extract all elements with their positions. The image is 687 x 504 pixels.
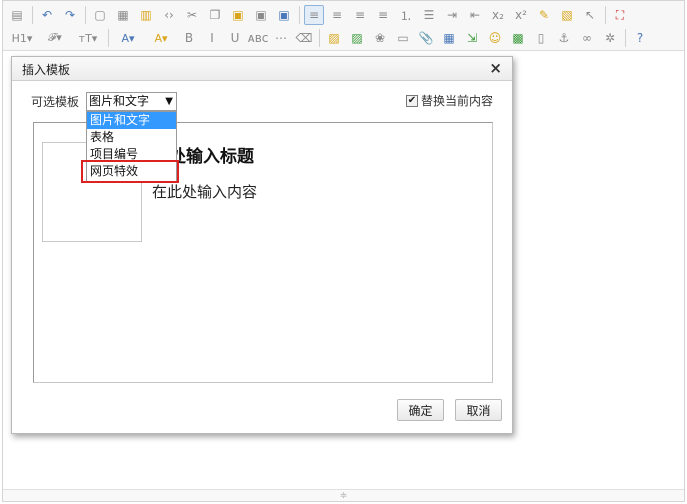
cut-icon[interactable]: ✂	[182, 5, 202, 25]
flash-icon[interactable]: ❀	[370, 28, 390, 48]
toolbar-separator	[299, 6, 300, 24]
align-right-icon[interactable]: ≡	[350, 5, 370, 25]
print-icon[interactable]: ▦	[113, 5, 133, 25]
redo-icon[interactable]: ↷	[60, 5, 80, 25]
dialog-title: 插入模板	[22, 63, 71, 77]
unordered-list-icon[interactable]: ☰	[419, 5, 439, 25]
font-color-icon[interactable]: A▾	[113, 28, 143, 48]
preview-icon[interactable]: ▢	[90, 5, 110, 25]
font-size-icon[interactable]: тT▾	[73, 28, 103, 48]
dialog-header: 插入模板 ×	[12, 57, 512, 81]
cancel-button[interactable]: 取消	[455, 399, 502, 421]
close-icon[interactable]: ×	[489, 59, 502, 77]
bold-icon[interactable]: B	[179, 28, 199, 48]
paste-word-icon[interactable]: ▣	[274, 5, 294, 25]
indent-icon[interactable]: ⇥	[442, 5, 462, 25]
help-icon[interactable]: ?	[630, 28, 650, 48]
table-icon[interactable]: ▦	[439, 28, 459, 48]
outdent-icon[interactable]: ⇤	[465, 5, 485, 25]
hr-icon[interactable]: ⋯	[271, 28, 291, 48]
editor-toolbar: ▤ ↶ ↷ ▢ ▦ ▥ ‹› ✂ ❐ ▣ ▣ ▣ ≡ ≡ ≡ ≡ ⒈ ☰ ⇥ ⇤ x₂ x² ✎ ▧ ↖ ⛶ H1▾ 𝓕▾ тT▾ A▾…	[3, 1, 684, 51]
replace-content-option[interactable]: ✔ 替换当前内容	[405, 92, 493, 109]
map-icon[interactable]: ▩	[508, 28, 528, 48]
highlight-annotation-box	[81, 160, 179, 183]
template-label: 可选模板	[31, 95, 80, 109]
insert-template-dialog: 插入模板 × 可选模板 图片和文字 ▼ 图片和文字 表格 项目编号 网页特效 ✔…	[11, 56, 513, 434]
multi-image-icon[interactable]: ▨	[347, 28, 367, 48]
superscript-icon[interactable]: x²	[511, 5, 531, 25]
ok-button[interactable]: 确定	[397, 399, 444, 421]
undo-icon[interactable]: ↶	[37, 5, 57, 25]
template-icon[interactable]: ▥	[136, 5, 156, 25]
pointer-icon[interactable]: ↖	[580, 5, 600, 25]
chevron-down-icon: ▼	[165, 96, 173, 107]
emoticon-icon[interactable]: ☺	[485, 28, 505, 48]
toolbar-separator	[319, 29, 320, 47]
ordered-list-icon[interactable]: ⒈	[396, 5, 416, 25]
toolbar-row-1: ▤ ↶ ↷ ▢ ▦ ▥ ‹› ✂ ❐ ▣ ▣ ▣ ≡ ≡ ≡ ≡ ⒈ ☰ ⇥ ⇤ x₂ x² ✎ ▧ ↖ ⛶	[7, 3, 633, 27]
replace-content-label: 替换当前内容	[420, 94, 493, 108]
italic-icon[interactable]: I	[202, 28, 222, 48]
source-icon[interactable]: ▤	[7, 5, 27, 25]
copy-icon[interactable]: ❐	[205, 5, 225, 25]
preview-body: 在此处输入内容	[152, 183, 258, 201]
attachment-icon[interactable]: 📎	[416, 28, 436, 48]
link-icon[interactable]: ∞	[577, 28, 597, 48]
template-option-image-text[interactable]: 图片和文字	[87, 112, 176, 129]
video-icon[interactable]: ▭	[393, 28, 413, 48]
resize-icon: ≑	[339, 490, 348, 501]
heading-icon[interactable]: H1▾	[7, 28, 37, 48]
fullscreen-icon[interactable]: ⛶	[610, 5, 630, 25]
highlight-color-icon[interactable]: A▾	[146, 28, 176, 48]
replace-content-checkbox[interactable]: ✔	[405, 94, 418, 107]
editor-resize-handle[interactable]: ≑	[3, 489, 684, 501]
anchor-icon[interactable]: ⚓	[554, 28, 574, 48]
font-family-icon[interactable]: 𝓕▾	[40, 28, 70, 48]
align-center-icon[interactable]: ≡	[327, 5, 347, 25]
strikethrough-icon[interactable]: ᴀʙᴄ	[248, 28, 269, 48]
toolbar-separator	[108, 29, 109, 47]
insert-row-icon[interactable]: ⇲	[462, 28, 482, 48]
underline-icon[interactable]: U	[225, 28, 245, 48]
paste-text-icon[interactable]: ▣	[251, 5, 271, 25]
align-left-icon[interactable]: ≡	[304, 5, 324, 25]
code-icon[interactable]: ‹›	[159, 5, 179, 25]
toolbar-separator	[85, 6, 86, 24]
align-justify-icon[interactable]: ≡	[373, 5, 393, 25]
page-break-icon[interactable]: ▯	[531, 28, 551, 48]
toolbar-separator	[32, 6, 33, 24]
clear-format-icon[interactable]: ✎	[534, 5, 554, 25]
toolbar-separator	[625, 29, 626, 47]
subscript-icon[interactable]: x₂	[488, 5, 508, 25]
eraser-icon[interactable]: ⌫	[294, 28, 314, 48]
toolbar-separator	[605, 6, 606, 24]
image-icon[interactable]: ▨	[324, 28, 344, 48]
template-select-value: 图片和文字	[89, 94, 150, 108]
unlink-icon[interactable]: ✲	[600, 28, 620, 48]
template-option-table[interactable]: 表格	[87, 129, 176, 146]
paste-icon[interactable]: ▣	[228, 5, 248, 25]
template-select[interactable]: 图片和文字 ▼	[86, 92, 177, 111]
toolbar-row-2: H1▾ 𝓕▾ тT▾ A▾ A▾ B I Uᴀʙᴄ ⋯ ⌫ ▨ ▨ ❀ ▭ 📎 ▦ ⇲ ☺ ▩ ▯ ⚓ ∞ ✲?	[7, 26, 653, 50]
select-all-icon[interactable]: ▧	[557, 5, 577, 25]
